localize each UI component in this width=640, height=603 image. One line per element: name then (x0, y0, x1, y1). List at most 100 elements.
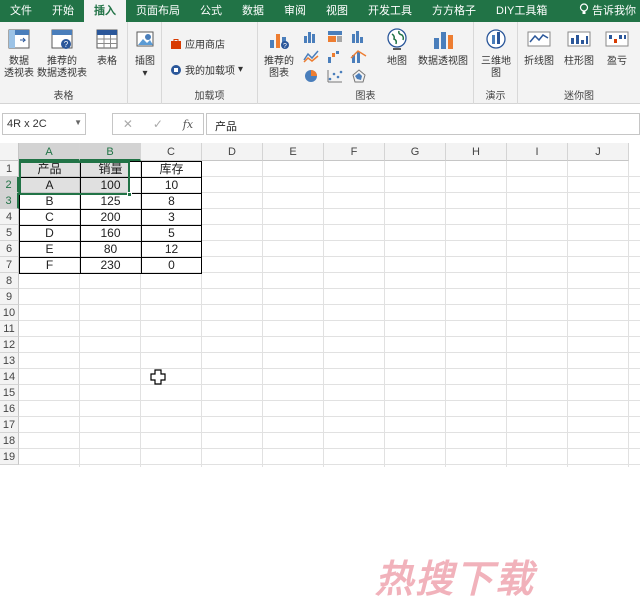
sparkline-line-button[interactable]: 折线图 (520, 26, 558, 68)
column-header-j[interactable]: J (568, 143, 629, 161)
row-header-19[interactable]: 19 (0, 449, 19, 465)
table-cell[interactable]: 10 (141, 177, 202, 194)
illustrations-button[interactable]: 插图 ▾ (130, 26, 160, 80)
tab-file[interactable]: 文件 (0, 0, 42, 22)
header-cell[interactable]: 库存 (141, 161, 202, 178)
group-tables-label: 表格 (53, 91, 74, 102)
table-cell[interactable]: 5 (141, 225, 202, 242)
row-header-5[interactable]: 5 (0, 225, 19, 241)
store-button[interactable]: 应用商店 (170, 36, 225, 51)
column-header-g[interactable]: G (385, 143, 446, 161)
sparkline-winloss-button[interactable]: 盈亏 (598, 26, 636, 68)
row-header-18[interactable]: 18 (0, 433, 19, 449)
pie-chart-icon[interactable] (302, 68, 320, 84)
row-header-15[interactable]: 15 (0, 385, 19, 401)
table-cell[interactable]: 3 (141, 209, 202, 226)
row-header-11[interactable]: 11 (0, 321, 19, 337)
insert-function-icon[interactable]: fx (183, 118, 193, 131)
row-header-8[interactable]: 8 (0, 273, 19, 289)
row-header-3[interactable]: 3 (0, 193, 19, 209)
column-header-c[interactable]: C (141, 143, 202, 161)
scatter-chart-icon[interactable] (326, 68, 344, 84)
fill-handle[interactable] (127, 192, 132, 197)
svg-text:?: ? (64, 40, 69, 49)
cell-cursor-icon (150, 369, 166, 385)
recommended-pivot-icon: ? (51, 29, 73, 49)
column-header-e[interactable]: E (263, 143, 324, 161)
row-header-7[interactable]: 7 (0, 257, 19, 273)
table-cell[interactable]: D (19, 225, 80, 242)
waterfall-chart-icon[interactable] (326, 48, 344, 64)
worksheet-grid[interactable]: ABCDEFGHIJ 1 2 3 4 5 6 7 8 9 10 11 12 13 14 15 16 17 18 19… (0, 143, 640, 601)
gridline-horizontal (19, 352, 640, 353)
table-cell[interactable]: 0 (141, 257, 202, 274)
table-cell[interactable]: 160 (80, 225, 141, 242)
row-header-6[interactable]: 6 (0, 241, 19, 257)
row-header-14[interactable]: 14 (0, 369, 19, 385)
tab-fangfang[interactable]: 方方格子 (422, 0, 486, 22)
map-chart-button[interactable]: 地图 (382, 26, 412, 68)
enter-icon[interactable]: ✓ (153, 117, 163, 131)
column-header-i[interactable]: I (507, 143, 568, 161)
tab-insert[interactable]: 插入 (84, 0, 126, 22)
cancel-icon[interactable]: ✕ (123, 117, 133, 131)
tab-developer[interactable]: 开发工具 (358, 0, 422, 22)
table-cell[interactable]: 80 (80, 241, 141, 258)
table-cell[interactable]: 8 (141, 193, 202, 210)
tab-home[interactable]: 开始 (42, 0, 84, 22)
recommended-pivot-button[interactable]: ? 推荐的 数据透视表 (36, 26, 88, 80)
statistic-chart-icon[interactable] (350, 28, 368, 44)
sparkline-column-button[interactable]: 柱形图 (560, 26, 598, 68)
row-header-1[interactable]: 1 (0, 161, 19, 177)
name-box[interactable]: 4R x 2C ▼ (2, 113, 86, 135)
formula-buttons: ✕ ✓ fx (112, 113, 204, 135)
tell-me-search[interactable]: 告诉我你 (569, 0, 640, 22)
column-header-d[interactable]: D (202, 143, 263, 161)
select-all-corner[interactable] (0, 143, 19, 161)
column-header-b[interactable]: B (80, 143, 141, 161)
tab-data[interactable]: 数据 (232, 0, 274, 22)
tab-review[interactable]: 审阅 (274, 0, 316, 22)
table-cell[interactable]: E (19, 241, 80, 258)
table-cell[interactable]: 200 (80, 209, 141, 226)
pivot-chart-button[interactable]: 数据透视图 (414, 26, 472, 68)
row-header-9[interactable]: 9 (0, 289, 19, 305)
row-header-12[interactable]: 12 (0, 337, 19, 353)
3d-map-button[interactable]: 三维地 图 (478, 26, 514, 80)
tab-view[interactable]: 视图 (316, 0, 358, 22)
row-header-17[interactable]: 17 (0, 417, 19, 433)
row-header-10[interactable]: 10 (0, 305, 19, 321)
column-chart-icon[interactable] (302, 28, 320, 44)
column-header-h[interactable]: H (446, 143, 507, 161)
gridline-vertical (506, 161, 507, 467)
row-header-13[interactable]: 13 (0, 353, 19, 369)
group-tables: 数据 透视表 ? 推荐的 数据透视表 表格 表格 (0, 22, 128, 104)
column-header-f[interactable]: F (324, 143, 385, 161)
table-cell[interactable]: F (19, 257, 80, 274)
row-header-4[interactable]: 4 (0, 209, 19, 225)
tab-page-layout[interactable]: 页面布局 (126, 0, 190, 22)
recommended-charts-button[interactable]: ? 推荐的 图表 (262, 26, 296, 80)
formula-input[interactable]: 产品 (206, 113, 640, 135)
group-tours: 三维地 图 演示 (474, 22, 518, 104)
column-header-a[interactable]: A (19, 143, 80, 161)
table-cell[interactable]: 230 (80, 257, 141, 274)
table-cell[interactable]: C (19, 209, 80, 226)
3d-map-label-1: 三维地 (481, 56, 511, 67)
pivot-table-button[interactable]: 数据 透视表 (2, 26, 36, 80)
my-addins-button[interactable]: 我的加载项 ▾ (170, 62, 243, 77)
row-header-2[interactable]: 2 (0, 177, 19, 193)
table-cell[interactable]: B (19, 193, 80, 210)
name-box-dropdown-icon[interactable]: ▼ (74, 118, 82, 127)
table-cell[interactable]: 12 (141, 241, 202, 258)
row-header-16[interactable]: 16 (0, 401, 19, 417)
radar-chart-icon[interactable] (350, 68, 368, 84)
hierarchy-chart-icon[interactable] (326, 28, 344, 44)
tab-formulas[interactable]: 公式 (190, 0, 232, 22)
gridline-horizontal (19, 384, 640, 385)
table-button[interactable]: 表格 (90, 26, 124, 68)
gridline-horizontal (19, 432, 640, 433)
line-chart-icon[interactable] (302, 48, 320, 64)
combo-chart-icon[interactable] (350, 48, 368, 64)
tab-diy-toolbox[interactable]: DIY工具箱 (486, 0, 557, 22)
